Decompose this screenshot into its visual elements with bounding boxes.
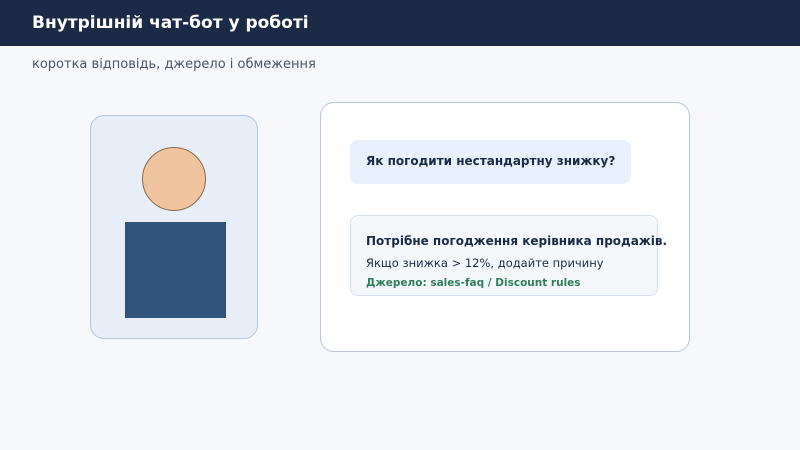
user-illustration-card: [90, 115, 258, 339]
bot-answer-headline: Потрібне погодження керівника продажів.: [366, 234, 668, 248]
person-body-icon: [125, 222, 226, 318]
header-bar: Внутрішній чат-бот у роботі: [0, 0, 800, 46]
bot-answer-source-link[interactable]: Джерело: sales-faq / Discount rules: [366, 276, 581, 290]
bot-answer-bubble: Потрібне погодження керівника продажів. …: [350, 215, 667, 296]
page-subtitle: коротка відповідь, джерело і обмеження: [32, 57, 316, 72]
page-title: Внутрішній чат-бот у роботі: [32, 13, 309, 33]
person-head-icon: [142, 147, 206, 211]
user-question-bubble: Як погодити нестандартну знижку?: [350, 140, 631, 184]
user-question-text: Як погодити нестандартну знижку?: [366, 154, 616, 168]
chat-panel: Як погодити нестандартну знижку? Потрібн…: [320, 102, 690, 352]
bot-answer-detail: Якщо знижка > 12%, додайте причину: [366, 256, 604, 270]
